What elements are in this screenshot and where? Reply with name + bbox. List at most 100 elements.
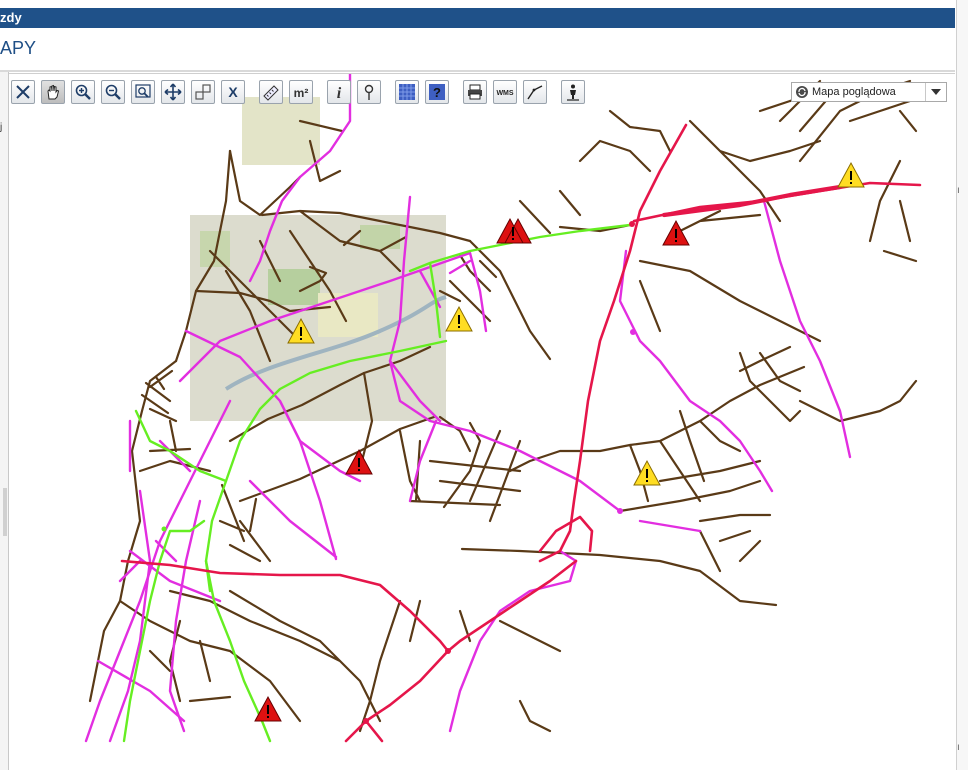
help-button[interactable]: ?: [425, 80, 449, 104]
svg-text:i: i: [337, 85, 342, 101]
warning-icon-red[interactable]: [345, 448, 373, 475]
road-national: [364, 719, 384, 743]
page-header: APY: [0, 28, 955, 70]
base-layer-value: Mapa poglądowa: [812, 86, 896, 98]
svg-text:?: ?: [433, 85, 441, 100]
road-district: [158, 439, 702, 533]
road-local: [218, 483, 272, 563]
basemap-park-3: [318, 293, 378, 337]
road-local: [458, 609, 562, 733]
road-district: [248, 399, 338, 561]
panel-resize-handle[interactable]: [3, 488, 7, 536]
right-scroll-gutter[interactable]: ı ı: [956, 0, 968, 770]
map-toolbar: X m² i ? WMS: [11, 78, 591, 106]
road-local: [698, 513, 772, 573]
road-local: [148, 619, 232, 703]
svg-text:WMS: WMS: [496, 90, 513, 97]
measure-distance-button[interactable]: [259, 80, 283, 104]
pin-location-button[interactable]: [357, 80, 381, 104]
basemap-park-4: [360, 225, 400, 249]
map-view[interactable]: [9, 73, 955, 771]
chevron-down-icon: [931, 89, 941, 95]
road-local: [578, 109, 672, 173]
pan-tool-button[interactable]: [41, 80, 65, 104]
profile-button[interactable]: [523, 80, 547, 104]
pin-icon: [364, 84, 374, 100]
clear-selection-button[interactable]: X: [221, 80, 245, 104]
road-district: [168, 499, 202, 733]
swap-layer-icon: [796, 86, 808, 98]
move-icon: [164, 83, 182, 101]
print-icon: [468, 84, 482, 100]
junction-dot: [445, 648, 451, 654]
gutter-mark-bottom: ı: [957, 742, 960, 753]
map-canvas[interactable]: [9, 74, 955, 771]
junction-dot: [161, 526, 167, 532]
print-button[interactable]: [463, 80, 487, 104]
help-icon: ?: [429, 84, 445, 100]
road-county: [134, 409, 228, 483]
road-local: [408, 421, 522, 523]
close-map-button[interactable]: [11, 80, 35, 104]
feature-info-button[interactable]: i: [327, 80, 351, 104]
svg-text:m²: m²: [294, 86, 309, 100]
full-extent-button[interactable]: [191, 80, 215, 104]
window-title: zdy: [0, 10, 22, 25]
basemap-park-2: [200, 231, 230, 267]
junction-dot: [630, 329, 636, 335]
road-local: [438, 253, 498, 323]
base-layer-select[interactable]: Mapa poglądowa: [791, 82, 947, 102]
window-title-bar: zdy: [0, 8, 955, 28]
zoom-in-icon: [75, 84, 91, 100]
warning-icon-red[interactable]: [662, 219, 690, 246]
road-local: [168, 589, 382, 723]
zoom-window-icon: [135, 84, 151, 98]
road-local: [798, 379, 918, 423]
full-extent-icon: [195, 84, 211, 100]
close-icon: [16, 85, 30, 99]
road-national: [538, 515, 594, 553]
zoom-out-button[interactable]: [101, 80, 125, 104]
road-local: [638, 209, 822, 343]
basemap-tiles: [190, 97, 447, 421]
junction-dot: [629, 221, 635, 227]
wms-button[interactable]: WMS: [493, 80, 517, 104]
warning-icon-yellow[interactable]: [445, 305, 473, 332]
wms-icon: WMS: [496, 90, 513, 97]
junction-dot: [363, 718, 369, 724]
clear-icon: X: [228, 84, 238, 100]
road-national: [661, 184, 843, 218]
road-local: [460, 547, 778, 607]
zoom-in-button[interactable]: [71, 80, 95, 104]
left-panel-fragment: j: [0, 122, 3, 133]
layers-icon: [399, 84, 415, 100]
measure-area-button[interactable]: m²: [289, 80, 313, 104]
profile-icon: [527, 85, 543, 100]
move-button[interactable]: [161, 80, 185, 104]
junction-dot: [617, 508, 623, 514]
left-side-panel: j: [0, 72, 9, 770]
warning-icon-yellow[interactable]: [837, 161, 865, 188]
road-national: [344, 649, 450, 743]
svg-text:X: X: [228, 84, 238, 100]
road-national: [538, 123, 688, 563]
header-divider: [0, 70, 955, 72]
person-icon: [567, 84, 579, 101]
zoom-out-icon: [105, 84, 121, 100]
road-local: [868, 109, 918, 263]
dropdown-button[interactable]: [925, 83, 946, 101]
ruler-icon: [263, 85, 279, 101]
top-strip: [0, 0, 968, 8]
page-title: APY: [0, 38, 37, 58]
hand-pan-icon: [47, 84, 60, 100]
info-icon: i: [337, 85, 342, 101]
zoom-window-button[interactable]: [131, 80, 155, 104]
warning-icon-red[interactable]: [496, 217, 532, 244]
gutter-mark-top: ı: [957, 185, 960, 196]
basemap-tile-north: [242, 97, 320, 165]
street-view-button[interactable]: [561, 80, 585, 104]
layers-button[interactable]: [395, 80, 419, 104]
road-local: [738, 345, 802, 423]
area-measure-icon: m²: [294, 86, 309, 100]
warning-icon-red[interactable]: [254, 695, 282, 722]
